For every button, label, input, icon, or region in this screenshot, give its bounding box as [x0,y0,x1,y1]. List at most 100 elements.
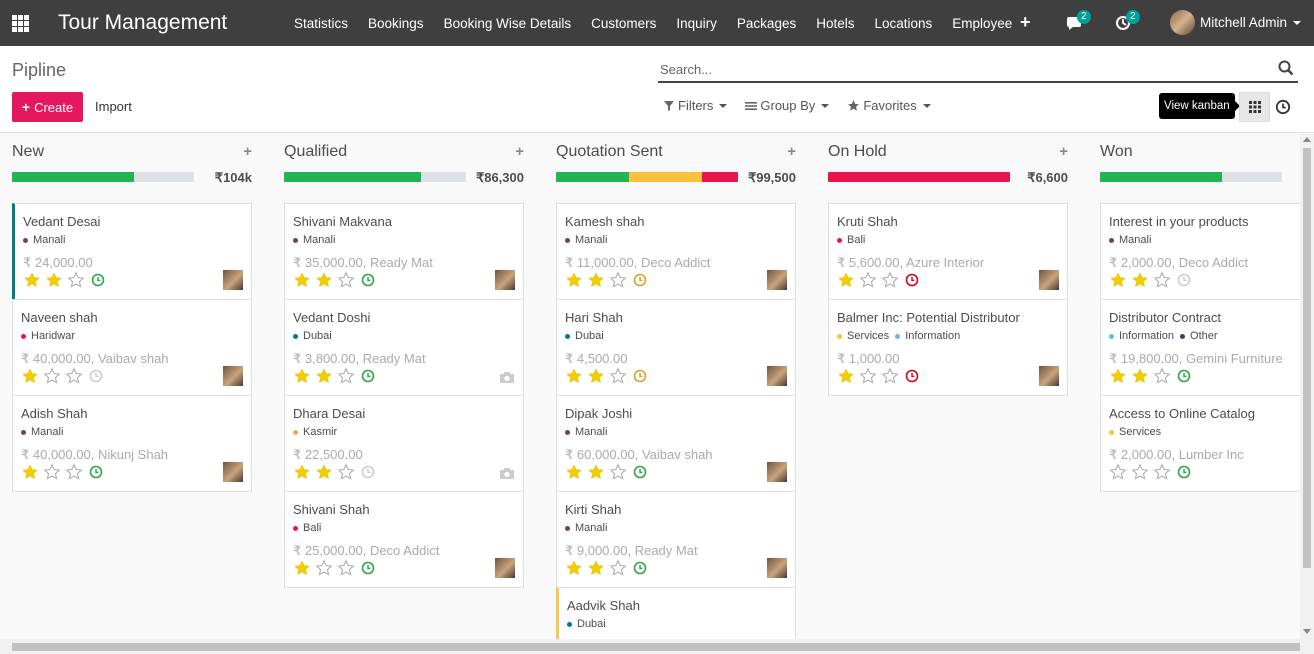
star-filled-icon[interactable] [315,367,333,385]
kanban-card[interactable]: Dipak Joshi Manali ₹ 60,000.00, Vaibav sha… [556,395,796,492]
star-empty-icon[interactable] [65,463,83,481]
vertical-scroll-thumb[interactable] [1303,148,1311,568]
star-filled-icon[interactable] [565,367,583,385]
kanban-card[interactable]: Vedant Desai Manali ₹ 24,000.00 [12,203,252,300]
menu-item-statistics[interactable]: Statistics [284,16,358,31]
kanban-card[interactable]: Shivani Makvana Manali ₹ 35,000.00, Ready … [284,203,524,300]
apps-menu-icon[interactable] [2,0,38,46]
activity-clock-icon[interactable] [1177,273,1191,287]
menu-item-hotels[interactable]: Hotels [806,16,864,31]
star-filled-icon[interactable] [587,271,605,289]
star-empty-icon[interactable] [609,367,627,385]
vertical-scrollbar[interactable] [1300,134,1314,639]
star-empty-icon[interactable] [1153,271,1171,289]
progress-segment-green[interactable] [12,172,134,182]
star-filled-icon[interactable] [21,367,39,385]
quick-create-plus-icon[interactable]: + [1020,12,1031,33]
kanban-card[interactable]: Kruti Shah Bali ₹ 5,600.00, Azure Interior [828,203,1068,300]
activities-clock-icon[interactable]: 2 [1115,10,1140,33]
star-filled-icon[interactable] [21,463,39,481]
star-empty-icon[interactable] [337,463,355,481]
star-filled-icon[interactable] [1109,367,1127,385]
menu-item-locations[interactable]: Locations [864,16,942,31]
star-filled-icon[interactable] [587,463,605,481]
star-empty-icon[interactable] [1109,463,1127,481]
kanban-card[interactable]: Vedant Doshi Dubai ₹ 3,800.00, Ready Mat [284,299,524,396]
activity-view-clock-icon[interactable] [1274,98,1292,116]
star-filled-icon[interactable] [565,559,583,577]
star-empty-icon[interactable] [337,559,355,577]
star-empty-icon[interactable] [859,367,877,385]
activity-clock-icon[interactable] [633,561,647,575]
star-empty-icon[interactable] [67,271,85,289]
star-empty-icon[interactable] [337,367,355,385]
menu-item-booking-wise-details[interactable]: Booking Wise Details [434,16,582,31]
search-icon[interactable] [1278,60,1294,76]
activity-clock-icon[interactable] [89,369,103,383]
progress-segment-green[interactable] [1100,172,1222,182]
star-empty-icon[interactable] [609,463,627,481]
star-empty-icon[interactable] [43,463,61,481]
progress-segment-yellow[interactable] [628,172,702,182]
column-progress-bar[interactable] [556,172,738,182]
activity-clock-icon[interactable] [633,273,647,287]
kanban-card[interactable]: Adish Shah Manali ₹ 40,000.00, Nikunj Shah [12,395,252,492]
star-filled-icon[interactable] [1131,367,1149,385]
star-empty-icon[interactable] [859,271,877,289]
star-empty-icon[interactable] [1153,463,1171,481]
activity-clock-icon[interactable] [361,369,375,383]
star-filled-icon[interactable] [315,463,333,481]
menu-item-bookings[interactable]: Bookings [358,16,434,31]
star-filled-icon[interactable] [293,559,311,577]
activity-clock-icon[interactable] [1177,369,1191,383]
filters-dropdown[interactable]: Filters [663,98,728,113]
star-filled-icon[interactable] [837,367,855,385]
horizontal-scrollbar[interactable] [0,639,1314,654]
column-progress-bar[interactable] [284,172,466,182]
kanban-card[interactable]: Naveen shah Haridwar ₹ 40,000.00, Vaibav s… [12,299,252,396]
star-filled-icon[interactable] [587,559,605,577]
star-filled-icon[interactable] [315,271,333,289]
kanban-card[interactable]: Balmer Inc: Potential Distributor Service… [828,299,1068,396]
activity-clock-icon[interactable] [905,273,919,287]
activity-clock-icon[interactable] [905,369,919,383]
star-filled-icon[interactable] [45,271,63,289]
column-quick-add-plus-icon[interactable]: + [515,143,524,160]
star-empty-icon[interactable] [881,367,899,385]
star-filled-icon[interactable] [1109,271,1127,289]
kanban-card[interactable]: Kirti Shah Manali ₹ 9,000.00, Ready Mat [556,491,796,588]
activity-clock-icon[interactable] [1177,465,1191,479]
activity-clock-icon[interactable] [361,465,375,479]
kanban-card[interactable]: Dhara Desai Kasmir ₹ 22,500.00 [284,395,524,492]
activity-clock-icon[interactable] [91,273,105,287]
kanban-card[interactable]: Access to Online Catalog Services ₹ 2,000.… [1100,395,1300,492]
star-filled-icon[interactable] [293,271,311,289]
star-filled-icon[interactable] [565,271,583,289]
progress-segment-green[interactable] [556,172,629,182]
create-button[interactable]: + Create [12,92,83,122]
kanban-card[interactable]: Distributor Contract Information Other ₹ 19… [1100,299,1300,396]
column-quick-add-plus-icon[interactable]: + [787,143,796,160]
progress-segment-red[interactable] [701,172,738,182]
kanban-card[interactable]: Aadvik Shah Dubai [556,587,796,639]
menu-item-customers[interactable]: Customers [581,16,666,31]
column-progress-bar[interactable] [1100,172,1282,182]
horizontal-scroll-thumb[interactable] [12,643,1300,651]
column-quick-add-plus-icon[interactable]: + [243,143,252,160]
star-empty-icon[interactable] [337,271,355,289]
column-progress-bar[interactable] [828,172,1010,182]
star-empty-icon[interactable] [43,367,61,385]
star-filled-icon[interactable] [587,367,605,385]
messages-icon[interactable]: 2 [1066,10,1091,33]
search-input[interactable] [658,58,1258,80]
star-filled-icon[interactable] [293,367,311,385]
progress-segment-red[interactable] [828,172,1010,182]
activity-clock-icon[interactable] [633,369,647,383]
kanban-card[interactable]: Interest in your products Manali ₹ 2,000.0… [1100,203,1300,300]
star-empty-icon[interactable] [609,559,627,577]
column-progress-bar[interactable] [12,172,194,182]
menu-item-inquiry[interactable]: Inquiry [666,16,727,31]
kanban-card[interactable]: Hari Shah Dubai ₹ 4,500.00 [556,299,796,396]
kanban-view-button[interactable] [1239,92,1270,122]
menu-item-packages[interactable]: Packages [727,16,806,31]
